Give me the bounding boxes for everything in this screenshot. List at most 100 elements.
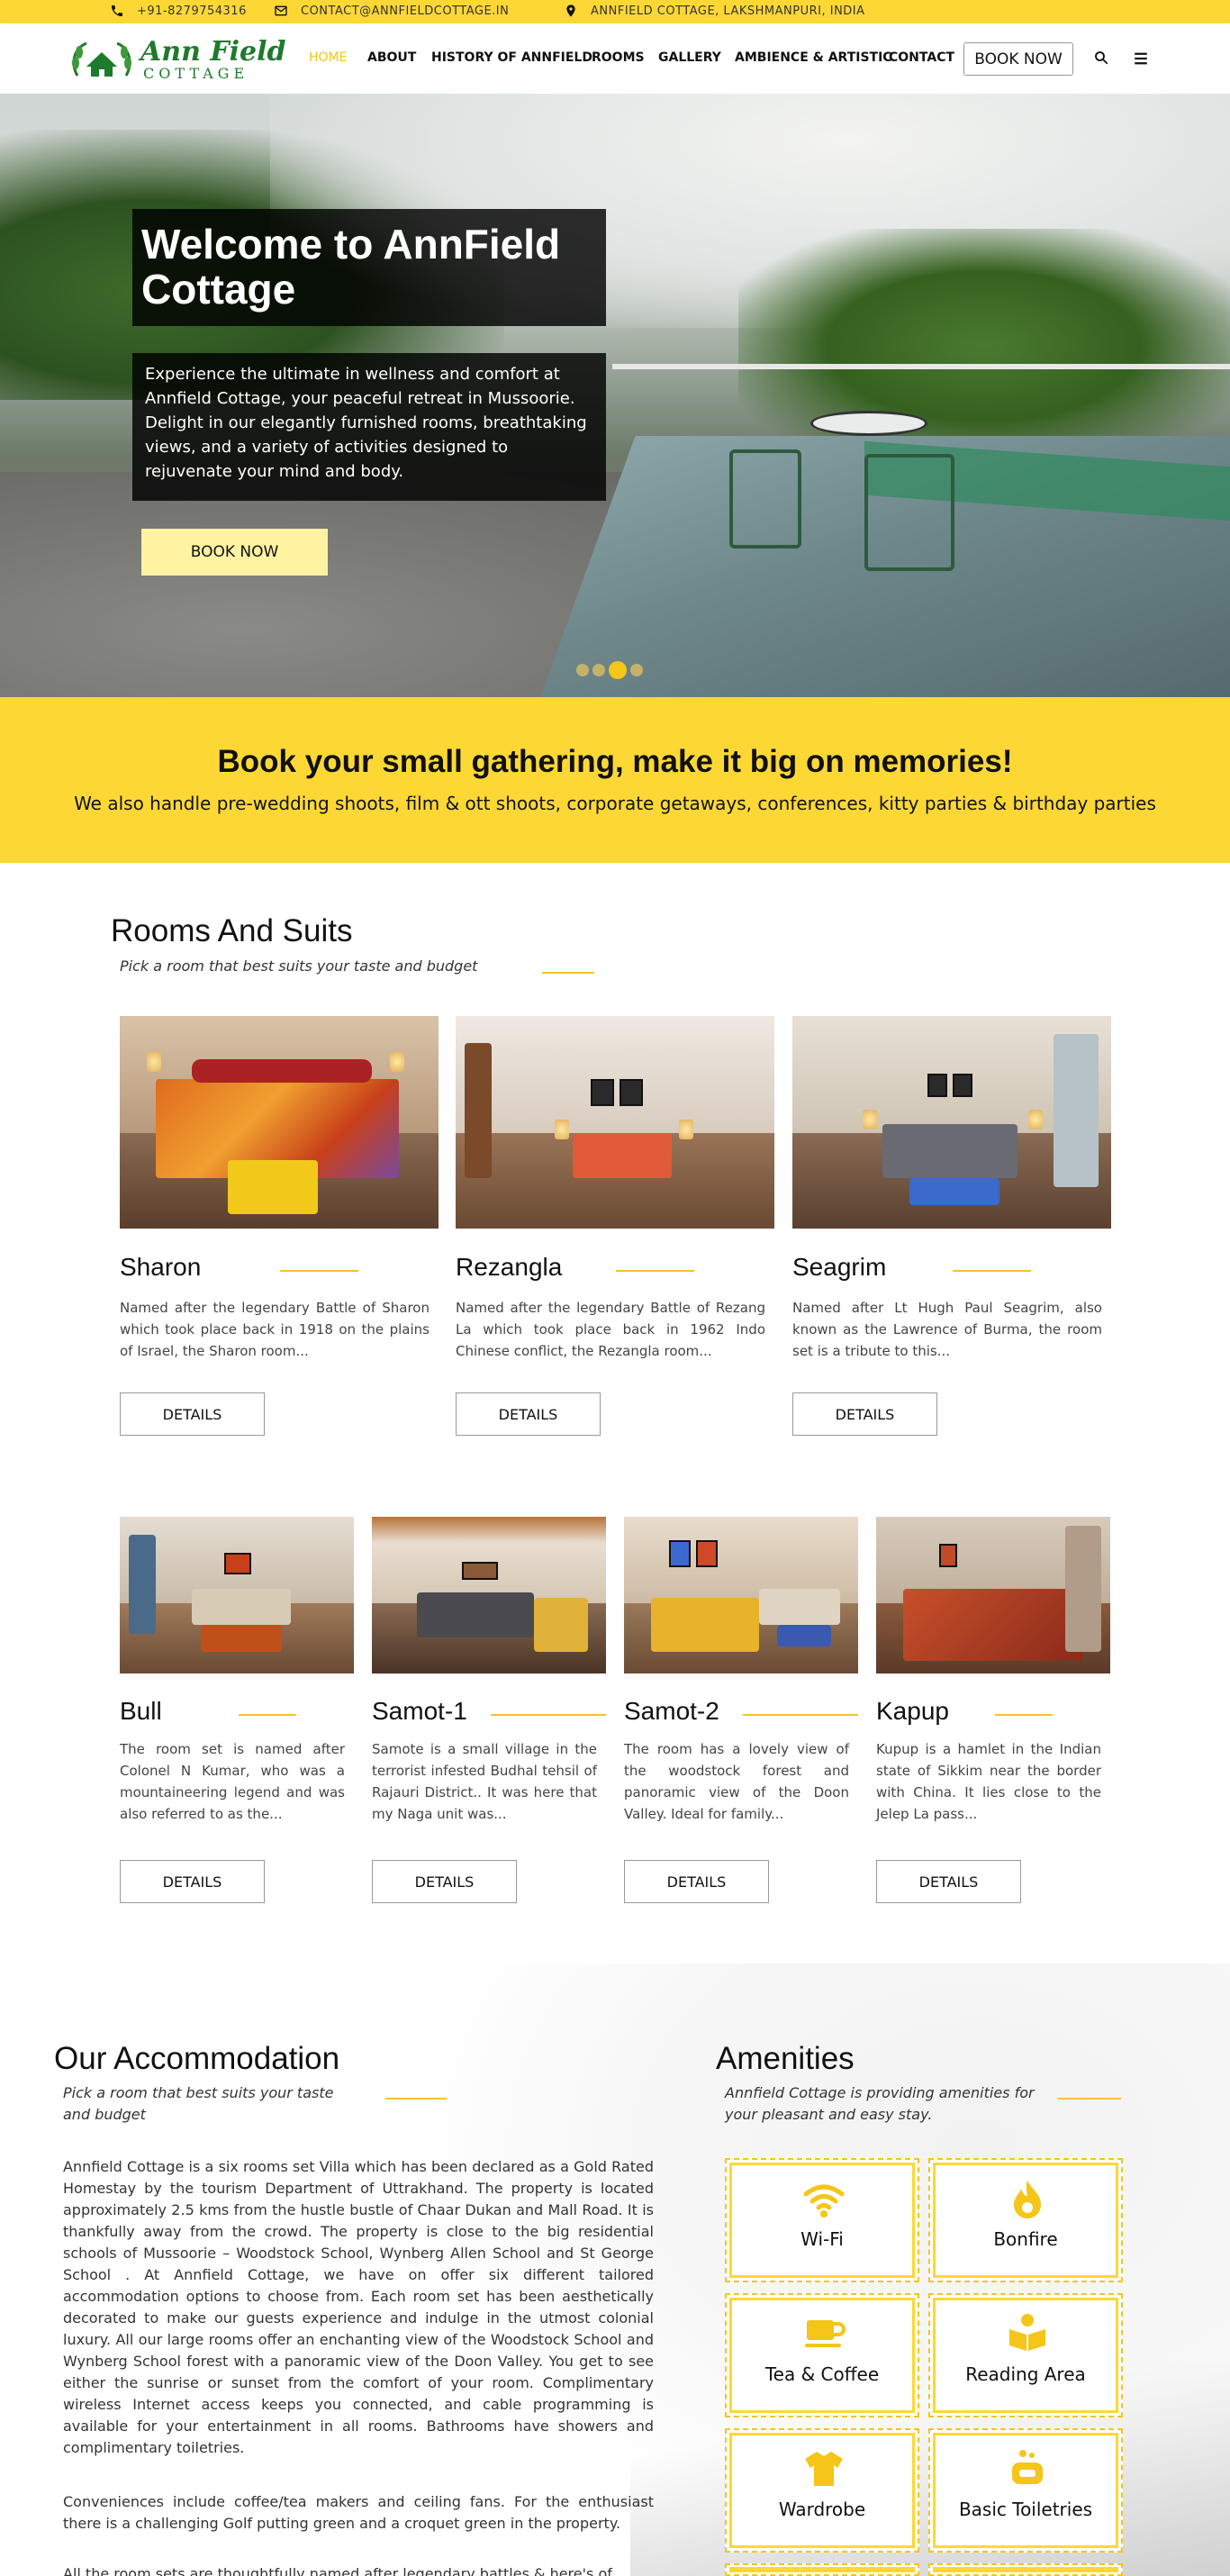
gathering-banner: Book your small gathering, make it big o…	[0, 697, 1230, 863]
nav-home[interactable]: HOME	[309, 50, 347, 65]
amenity-label: Bonfire	[993, 2228, 1058, 2250]
hero-slider: Welcome to AnnField Cottage Experience t…	[0, 94, 1230, 697]
room-card: Samot-2 The room has a lovely view of th…	[624, 1517, 858, 1904]
amenity-partial-row	[928, 2563, 1123, 2576]
nav-ambience[interactable]: AMBIENCE & ARTISTIC	[735, 50, 892, 65]
amenity-partial-row	[725, 2563, 919, 2576]
banner-title: Book your small gathering, make it big o…	[217, 744, 1013, 779]
accommodation-paragraph-1: Annfield Cottage is a six rooms set Vill…	[63, 2158, 654, 2456]
nav-about[interactable]: ABOUT	[367, 50, 416, 65]
room-name: Samot-1	[372, 1697, 467, 1725]
room-description: The room set is named after Colonel N Ku…	[120, 1741, 345, 1822]
room-photo[interactable]	[456, 1016, 774, 1229]
patio-table-image	[810, 411, 927, 436]
amenity-label: Wardrobe	[778, 2499, 866, 2520]
nav-contact[interactable]: CONTACT	[889, 50, 954, 65]
hero-book-now-button[interactable]: BOOK NOW	[141, 529, 328, 576]
address-text: ANNFIELD COTTAGE, LAKSHMANPURI, INDIA	[591, 4, 865, 18]
wifi-icon	[803, 2184, 845, 2218]
hamburger-menu-icon[interactable]	[1133, 50, 1149, 67]
amenity-label: Wi-Fi	[800, 2228, 844, 2250]
amenity-label: Reading Area	[965, 2363, 1086, 2385]
main-navbar: Ann Field COTTAGE HOME ABOUT HISTORY OF …	[0, 23, 1230, 94]
room-card: Samot-1 Samote is a small village in the…	[372, 1517, 606, 1904]
room-photo[interactable]	[876, 1517, 1110, 1673]
room-description: Samote is a small village in the terrori…	[372, 1741, 597, 1822]
nav-rooms[interactable]: ROOMS	[592, 50, 645, 65]
slider-dot[interactable]	[592, 664, 605, 676]
book-reader-icon	[1009, 2314, 1045, 2351]
rooms-section-subtitle: Pick a room that best suits your taste a…	[120, 957, 478, 975]
hero-description: Experience the ultimate in wellness and …	[132, 353, 606, 501]
envelope-icon	[275, 5, 287, 16]
slider-dot[interactable]	[630, 664, 643, 676]
room-description: Kupup is a hamlet in the Indian state of…	[876, 1741, 1101, 1822]
accommodation-title: Our Accommodation	[54, 2041, 340, 2076]
room-description: Named after the legendary Battle of Reza…	[456, 1300, 765, 1359]
room-card: Sharon Named after the legendary Battle …	[120, 1016, 439, 1439]
room-photo[interactable]	[120, 1016, 439, 1229]
accommodation-paragraph-2: Conveniences include coffee/tea makers a…	[63, 2493, 654, 2532]
slider-dots	[576, 661, 643, 679]
room-description: The room has a lovely view of the woodst…	[624, 1741, 849, 1822]
address-contact: ANNFIELD COTTAGE, LAKSHMANPURI, INDIA	[564, 4, 865, 18]
room-card: Bull The room set is named after Colonel…	[120, 1517, 354, 1904]
amenity-wifi: Wi-Fi	[725, 2158, 919, 2282]
phone-text: +91-8279754316	[137, 4, 247, 18]
banner-text: We also handle pre-wedding shoots, film …	[74, 793, 1156, 814]
amenity-wardrobe: Wardrobe	[725, 2428, 919, 2553]
room-details-button[interactable]: DETAILS	[876, 1860, 1021, 1903]
room-name: Sharon	[120, 1253, 202, 1281]
top-contact-bar: +91-8279754316 CONTACT@ANNFIELDCOTTAGE.I…	[0, 0, 1230, 23]
phone-contact[interactable]: +91-8279754316	[110, 4, 247, 18]
nav-history[interactable]: HISTORY OF ANNFIELD	[431, 50, 592, 65]
room-name: Bull	[120, 1697, 162, 1725]
cottage-leaf-logo-icon	[72, 41, 131, 77]
amenity-label: Tea & Coffee	[764, 2363, 880, 2385]
slider-dot[interactable]	[576, 664, 589, 676]
hero-title: Welcome to AnnField Cottage	[132, 209, 606, 326]
amenity-basic-toiletries: Basic Toiletries	[928, 2428, 1123, 2553]
amenities-title: Amenities	[716, 2041, 855, 2076]
amenities-subtitle: Annfield Cottage is providing amenities …	[725, 2084, 1035, 2123]
email-text: CONTACT@ANNFIELDCOTTAGE.IN	[301, 4, 510, 18]
room-name: Seagrim	[792, 1253, 887, 1281]
room-name: Samot-2	[624, 1697, 719, 1725]
amenity-label: Basic Toiletries	[958, 2499, 1093, 2520]
room-description: Named after the legendary Battle of Shar…	[120, 1300, 430, 1359]
shirt-icon	[805, 2452, 843, 2486]
search-icon[interactable]	[1093, 50, 1109, 66]
slider-dot-active[interactable]	[609, 661, 627, 679]
amenity-bonfire: Bonfire	[928, 2158, 1123, 2282]
room-name: Rezangla	[456, 1253, 563, 1281]
logo-title: Ann Field	[140, 36, 286, 68]
nav-gallery[interactable]: GALLERY	[658, 50, 721, 65]
logo-subtitle: COTTAGE	[143, 65, 249, 82]
nav-book-now-button[interactable]: BOOK NOW	[963, 42, 1073, 76]
room-details-button[interactable]: DETAILS	[624, 1860, 769, 1903]
room-details-button[interactable]: DETAILS	[120, 1392, 265, 1436]
map-pin-icon	[566, 5, 575, 17]
accommodation-paragraph-3: All the room sets are thoughtfully named…	[63, 2565, 612, 2576]
room-photo[interactable]	[792, 1016, 1111, 1229]
room-card: Kapup Kupup is a hamlet in the Indian st…	[876, 1517, 1110, 1904]
room-photo[interactable]	[624, 1517, 858, 1673]
site-logo[interactable]: Ann Field COTTAGE	[68, 36, 286, 83]
room-card: Rezangla Named after the legendary Battl…	[456, 1016, 774, 1439]
room-details-button[interactable]: DETAILS	[372, 1860, 517, 1903]
coffee-cup-icon	[805, 2320, 846, 2347]
room-name: Kapup	[876, 1697, 949, 1725]
room-description: Named after Lt Hugh Paul Seagrim, also k…	[792, 1300, 1102, 1359]
room-details-button[interactable]: DETAILS	[120, 1860, 265, 1903]
email-contact[interactable]: CONTACT@ANNFIELDCOTTAGE.IN	[274, 4, 509, 18]
room-photo[interactable]	[120, 1517, 354, 1673]
room-photo[interactable]	[372, 1517, 606, 1673]
amenity-tea-coffee: Tea & Coffee	[725, 2293, 919, 2417]
toiletries-icon	[1012, 2450, 1043, 2484]
room-details-button[interactable]: DETAILS	[792, 1392, 937, 1436]
room-details-button[interactable]: DETAILS	[456, 1392, 601, 1436]
accommodation-subtitle: Pick a room that best suits your taste a…	[63, 2084, 334, 2123]
room-card: Seagrim Named after Lt Hugh Paul Seagrim…	[792, 1016, 1111, 1439]
rooms-section-title: Rooms And Suits	[111, 913, 353, 948]
fire-icon	[1014, 2181, 1041, 2218]
